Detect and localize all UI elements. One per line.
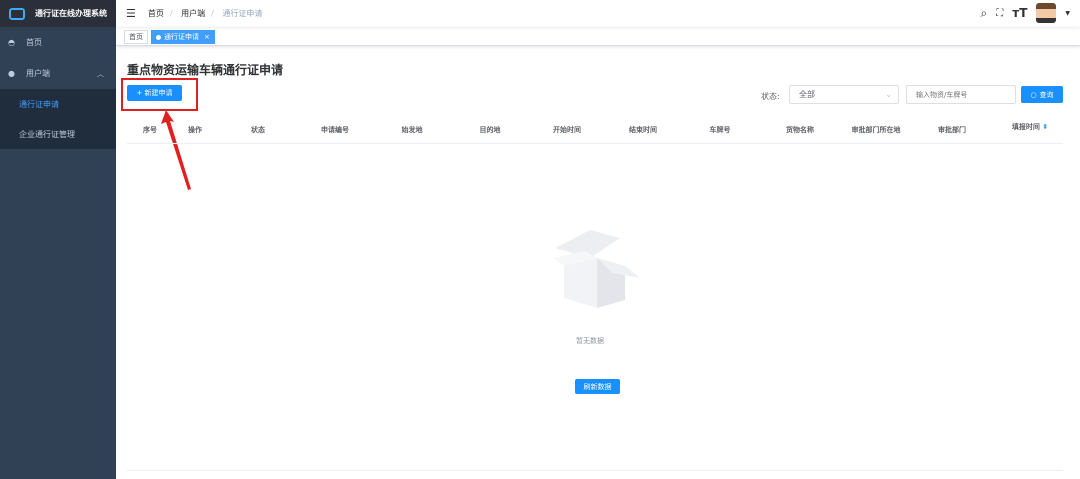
divider — [127, 470, 1063, 471]
sidebar: 通行证在线办理系统 ◓ 首页 ● 用户端 ︿ 通行证申请 企业通行证管理 — [0, 0, 116, 479]
user-icon: ● — [8, 69, 15, 78]
col-cargo: 货物名称 — [786, 126, 814, 134]
chevron-down-icon: ⌄ — [885, 90, 892, 99]
col-origin: 始发地 — [401, 126, 423, 134]
dashboard-icon: ◓ — [8, 38, 15, 47]
tags-view: 首页 通行证申请 × — [116, 27, 1080, 46]
search-icon[interactable]: ⌕ — [981, 6, 988, 21]
col-dept-location: 审批部门所在地 — [851, 126, 901, 134]
sidebar-item-permit-apply[interactable]: 通行证申请 — [0, 89, 116, 119]
tag-home[interactable]: 首页 — [124, 30, 148, 44]
status-label: 状态: — [761, 92, 780, 101]
empty-box-icon — [553, 230, 640, 308]
caret-down-icon[interactable]: ▼ — [1065, 10, 1070, 17]
col-destination: 目的地 — [479, 126, 501, 134]
font-size-icon[interactable]: ᴛT — [1012, 6, 1027, 20]
search-input[interactable] — [906, 85, 1016, 104]
close-icon[interactable]: × — [204, 33, 210, 41]
app-logo: 通行证在线办理系统 — [0, 0, 116, 27]
status-select[interactable]: 全部 ⌄ — [789, 85, 899, 104]
col-start-time: 开始时间 — [553, 126, 581, 134]
breadcrumb-current: 通行证申请 — [222, 9, 263, 18]
col-label: 填报时间 — [1011, 123, 1040, 131]
tag-permit-apply[interactable]: 通行证申请 × — [151, 30, 215, 44]
refresh-button[interactable]: 刷新数据 — [575, 379, 620, 394]
col-plate: 车牌号 — [709, 126, 731, 134]
avatar[interactable] — [1036, 3, 1057, 23]
col-app-no: 申请编号 — [321, 126, 349, 134]
col-end-time: 结束时间 — [629, 126, 657, 134]
sidebar-item-home[interactable]: ◓ 首页 — [0, 27, 116, 58]
col-dept: 审批部门 — [938, 126, 966, 134]
tag-label: 通行证申请 — [164, 33, 199, 41]
table-header: 序号 操作 状态 申请编号 始发地 目的地 开始时间 结束时间 车牌号 货物名称… — [127, 117, 1063, 144]
col-actions: 操作 — [188, 126, 202, 134]
query-button[interactable]: ○ 查询 — [1021, 86, 1063, 103]
breadcrumb-user[interactable]: 用户端 — [181, 9, 205, 18]
sidebar-item-label: 用户端 — [26, 69, 50, 78]
sort-icon[interactable]: ⬍ — [1042, 123, 1048, 131]
sidebar-item-label: 首页 — [26, 38, 42, 47]
fullscreen-icon[interactable]: ⛶ — [996, 8, 1003, 19]
col-index: 序号 — [143, 126, 157, 134]
app-title: 通行证在线办理系统 — [35, 9, 107, 18]
query-label: 查询 — [1039, 90, 1054, 99]
empty-text: 暂无数据 — [576, 337, 604, 345]
chevron-up-icon: ︿ — [97, 69, 104, 78]
sidebar-item-user[interactable]: ● 用户端 ︿ — [0, 58, 116, 89]
page-title: 重点物资运输车辆通行证申请 — [127, 63, 284, 77]
breadcrumb-home[interactable]: 首页 — [148, 9, 164, 18]
sidebar-item-permit-manage[interactable]: 企业通行证管理 — [0, 119, 116, 149]
navbar: ☰ 首页 / 用户端 / 通行证申请 ⌕ ⛶ ᴛT ▼ — [116, 0, 1080, 27]
col-report-time[interactable]: 填报时间 ⬍ — [1012, 122, 1048, 132]
search-icon: ○ — [1030, 90, 1037, 99]
highlight-box — [121, 78, 198, 111]
col-status: 状态 — [251, 126, 265, 134]
logo-icon — [9, 7, 25, 20]
status-value: 全部 — [799, 90, 815, 99]
breadcrumb: 首页 / 用户端 / 通行证申请 — [147, 9, 263, 18]
hamburger-icon[interactable]: ☰ — [126, 7, 136, 20]
